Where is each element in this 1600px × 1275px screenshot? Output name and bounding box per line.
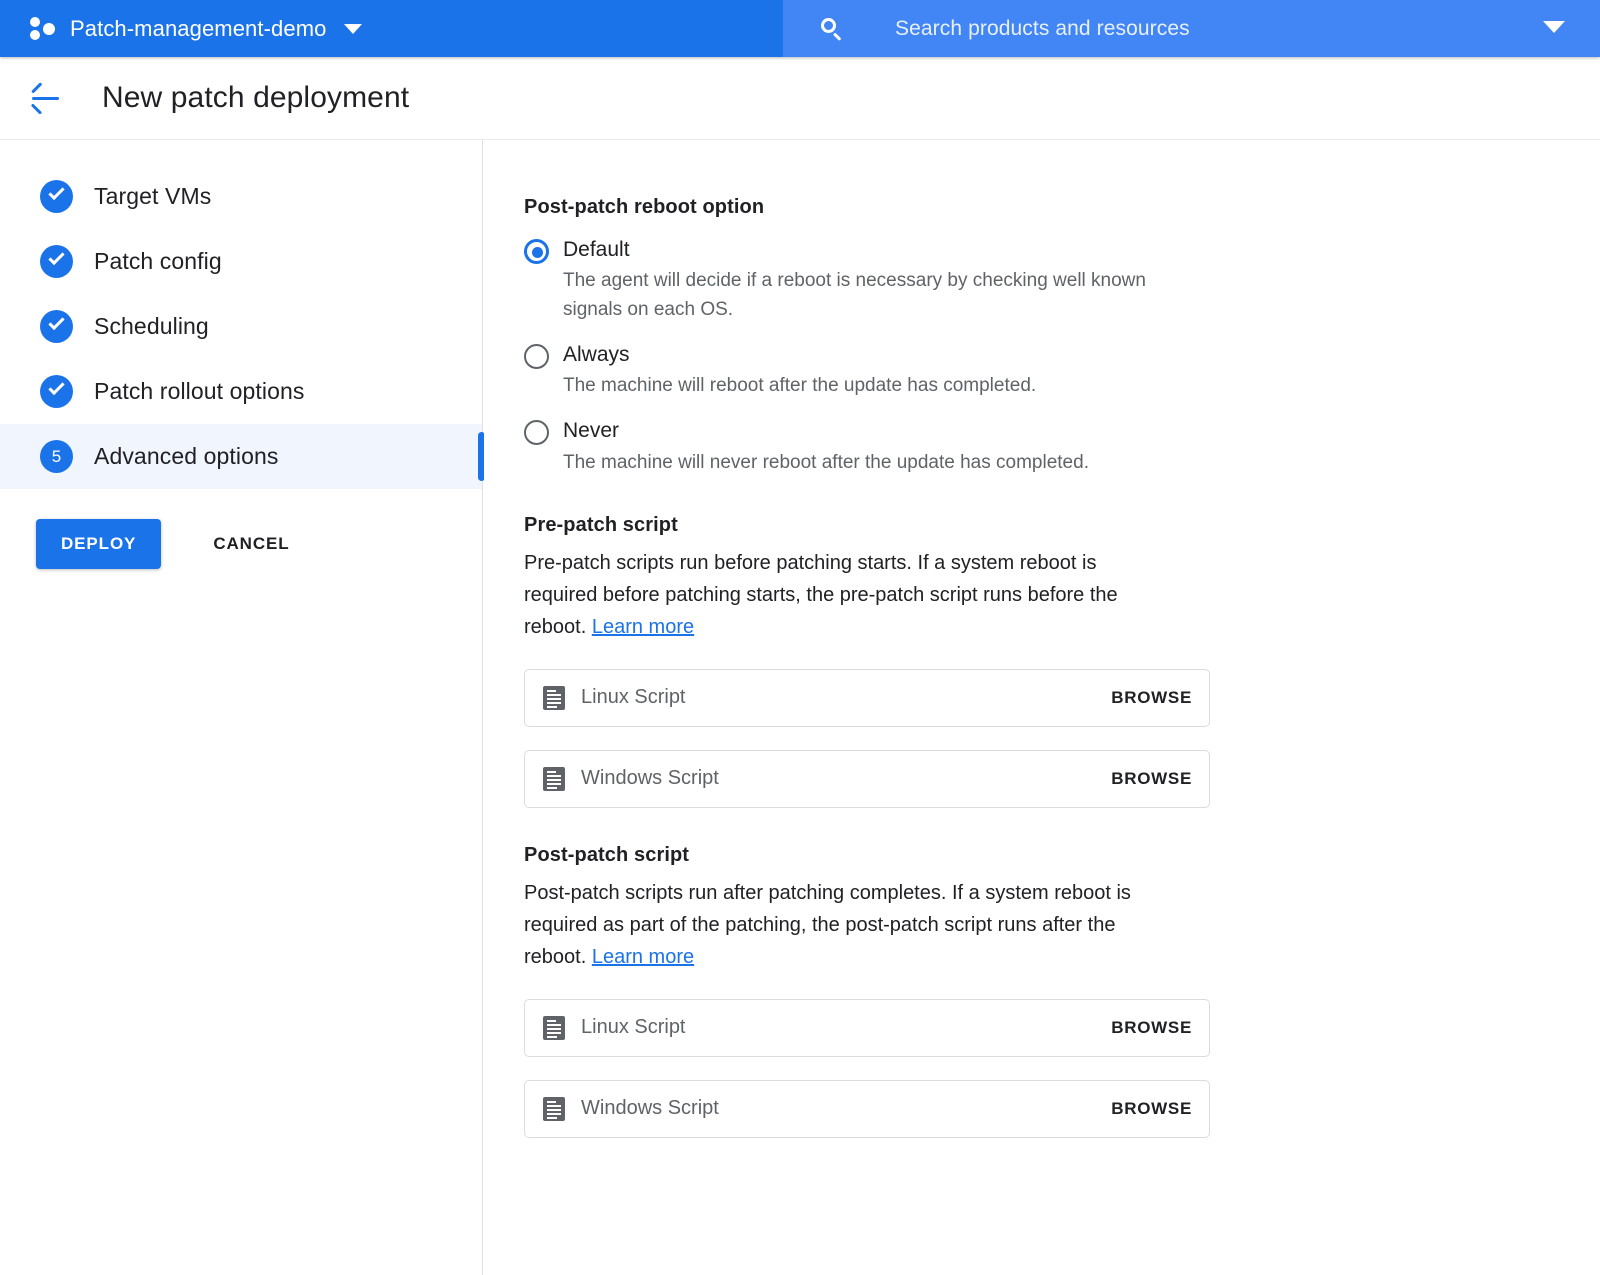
post-patch-description: Post-patch scripts run after patching co… [524, 877, 1169, 974]
pre-patch-windows-browse-button[interactable]: BROWSE [1111, 769, 1192, 789]
step-number-badge: 5 [40, 440, 73, 473]
radio-option-always[interactable]: Always The machine will reboot after the… [524, 341, 1600, 401]
check-circle-icon [40, 245, 73, 278]
check-circle-icon [40, 180, 73, 213]
pre-patch-windows-script-field[interactable]: Windows Script BROWSE [524, 749, 1210, 808]
step-label: Target VMs [94, 183, 212, 209]
check-circle-icon [40, 375, 73, 408]
advanced-options-panel: Post-patch reboot option Default The age… [484, 140, 1600, 1275]
app-bar: Patch-management-demo Search products an… [0, 0, 1600, 57]
pre-patch-linux-script-field[interactable]: Linux Script BROWSE [524, 668, 1210, 727]
search-icon [819, 17, 843, 41]
radio-description: The machine will reboot after the update… [563, 375, 1037, 397]
radio-option-never[interactable]: Never The machine will never reboot afte… [524, 417, 1600, 477]
page-header: New patch deployment [0, 57, 1600, 140]
chevron-down-icon [344, 23, 363, 34]
post-patch-linux-script-field[interactable]: Linux Script BROWSE [524, 998, 1210, 1057]
radio-button-always[interactable] [524, 344, 549, 370]
pre-patch-description: Pre-patch scripts run before patching st… [524, 547, 1169, 644]
file-placeholder: Windows Script [581, 1097, 719, 1120]
chevron-down-icon[interactable] [1543, 21, 1565, 33]
radio-label: Never [563, 419, 620, 443]
pre-patch-heading: Pre-patch script [524, 513, 678, 536]
file-placeholder: Linux Script [581, 686, 686, 709]
post-patch-windows-browse-button[interactable]: BROWSE [1111, 1099, 1192, 1119]
document-icon [543, 1015, 565, 1040]
file-placeholder: Linux Script [581, 1016, 686, 1039]
pre-patch-linux-browse-button[interactable]: BROWSE [1111, 688, 1192, 708]
page-title: New patch deployment [102, 81, 410, 114]
wizard-actions: DEPLOY CANCEL [0, 519, 482, 569]
project-name: Patch-management-demo [70, 15, 327, 41]
cancel-button[interactable]: CANCEL [203, 519, 299, 569]
post-patch-script-section: Post-patch script Post-patch scripts run… [524, 844, 1600, 1138]
sidebar-item-patch-config[interactable]: Patch config [0, 229, 482, 294]
document-icon [543, 766, 565, 791]
step-label: Advanced options [94, 443, 279, 469]
deploy-button[interactable]: DEPLOY [36, 519, 162, 569]
pre-patch-learn-more-link[interactable]: Learn more [592, 616, 694, 638]
sidebar-item-scheduling[interactable]: Scheduling [0, 294, 482, 359]
wizard-step-list: Target VMs Patch config Scheduling Patch… [0, 140, 485, 489]
pre-patch-script-section: Pre-patch script Pre-patch scripts run b… [524, 514, 1600, 808]
radio-description: The agent will decide if a reboot is nec… [563, 270, 1146, 321]
search-placeholder: Search products and resources [895, 16, 1190, 40]
step-label: Patch rollout options [94, 378, 305, 404]
step-label: Patch config [94, 248, 222, 274]
radio-label: Default [563, 238, 630, 261]
sidebar-item-patch-rollout-options[interactable]: Patch rollout options [0, 359, 482, 424]
step-label: Scheduling [94, 313, 209, 339]
document-icon [543, 1096, 565, 1121]
radio-button-default[interactable] [524, 239, 549, 264]
document-icon [543, 685, 565, 710]
reboot-section-heading: Post-patch reboot option [524, 196, 765, 218]
search-bar[interactable]: Search products and resources [783, 0, 1600, 57]
gcp-project-logo-icon [30, 16, 56, 41]
radio-button-never[interactable] [524, 420, 549, 446]
reboot-option-group: Default The agent will decide if a reboo… [524, 236, 1600, 478]
radio-option-default[interactable]: Default The agent will decide if a reboo… [524, 236, 1600, 325]
wizard-sidebar: Target VMs Patch config Scheduling Patch… [0, 140, 485, 1275]
file-placeholder: Windows Script [581, 767, 719, 790]
project-selector[interactable]: Patch-management-demo [0, 0, 363, 57]
post-patch-heading: Post-patch script [524, 843, 690, 866]
sidebar-item-advanced-options[interactable]: 5 Advanced options [0, 424, 485, 489]
radio-description: The machine will never reboot after the … [563, 451, 1089, 473]
back-button[interactable] [19, 72, 71, 124]
step-number: 5 [51, 447, 62, 466]
post-patch-windows-script-field[interactable]: Windows Script BROWSE [524, 1079, 1210, 1138]
check-circle-icon [40, 310, 73, 343]
sidebar-item-target-vms[interactable]: Target VMs [0, 164, 482, 229]
post-patch-learn-more-link[interactable]: Learn more [592, 946, 694, 968]
radio-label: Always [563, 343, 630, 367]
post-patch-linux-browse-button[interactable]: BROWSE [1111, 1018, 1192, 1038]
